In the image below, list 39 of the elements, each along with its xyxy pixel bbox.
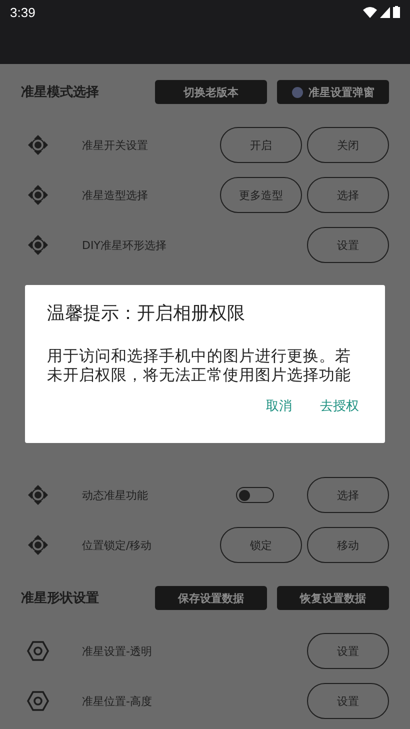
pill-button[interactable]: 设置: [307, 633, 389, 669]
setting-label: 准星位置-高度: [82, 694, 153, 708]
dialog-message: 用于访问和选择手机中的图片进行更换。若未开启权限，将无法正常使用图片选择功能: [47, 347, 352, 385]
move-icon: [26, 233, 50, 257]
setting-label: 动态准星功能: [82, 488, 149, 502]
pill-button[interactable]: 选择: [307, 177, 389, 213]
battery-icon: [393, 6, 400, 18]
action-button[interactable]: 切换老版本: [155, 80, 267, 104]
move-icon: [26, 483, 50, 507]
move-icon: [26, 183, 50, 207]
hex-nut-icon: [26, 639, 50, 663]
move-icon: [26, 533, 50, 557]
pill-button[interactable]: 选择: [307, 477, 389, 513]
setting-label: 准星造型选择: [82, 188, 149, 202]
section-title: 准星模式选择: [21, 84, 100, 101]
hex-nut-icon: [26, 689, 50, 713]
section-title: 准星形状设置: [21, 590, 100, 607]
pill-button[interactable]: 设置: [307, 227, 389, 263]
dialog-action-button[interactable]: 去授权: [318, 393, 361, 419]
pill-button[interactable]: 锁定: [220, 527, 302, 563]
toggle-switch[interactable]: [236, 487, 274, 503]
move-icon: [26, 133, 50, 157]
dialog-title: 温馨提示：开启相册权限: [47, 302, 246, 325]
pill-button[interactable]: 移动: [307, 527, 389, 563]
setting-label: 准星开关设置: [82, 138, 149, 152]
status-time: 3:39: [10, 4, 36, 20]
pill-button[interactable]: 关闭: [307, 127, 389, 163]
pill-button[interactable]: 开启: [220, 127, 302, 163]
setting-label: 位置锁定/移动: [82, 538, 153, 552]
setting-label: 准星设置-透明: [82, 644, 153, 658]
dialog-action-button[interactable]: 取消: [264, 393, 294, 419]
pill-button[interactable]: 设置: [307, 683, 389, 719]
signal-icon: [380, 6, 390, 18]
action-button[interactable]: 恢复设置数据: [277, 586, 389, 610]
setting-label: DIY准星环形选择: [82, 238, 168, 252]
wifi-icon: [363, 6, 377, 18]
action-button[interactable]: 保存设置数据: [155, 586, 267, 610]
popup-toggle-button[interactable]: 准星设置弹窗: [277, 80, 389, 104]
pill-button[interactable]: 更多造型: [220, 177, 302, 213]
